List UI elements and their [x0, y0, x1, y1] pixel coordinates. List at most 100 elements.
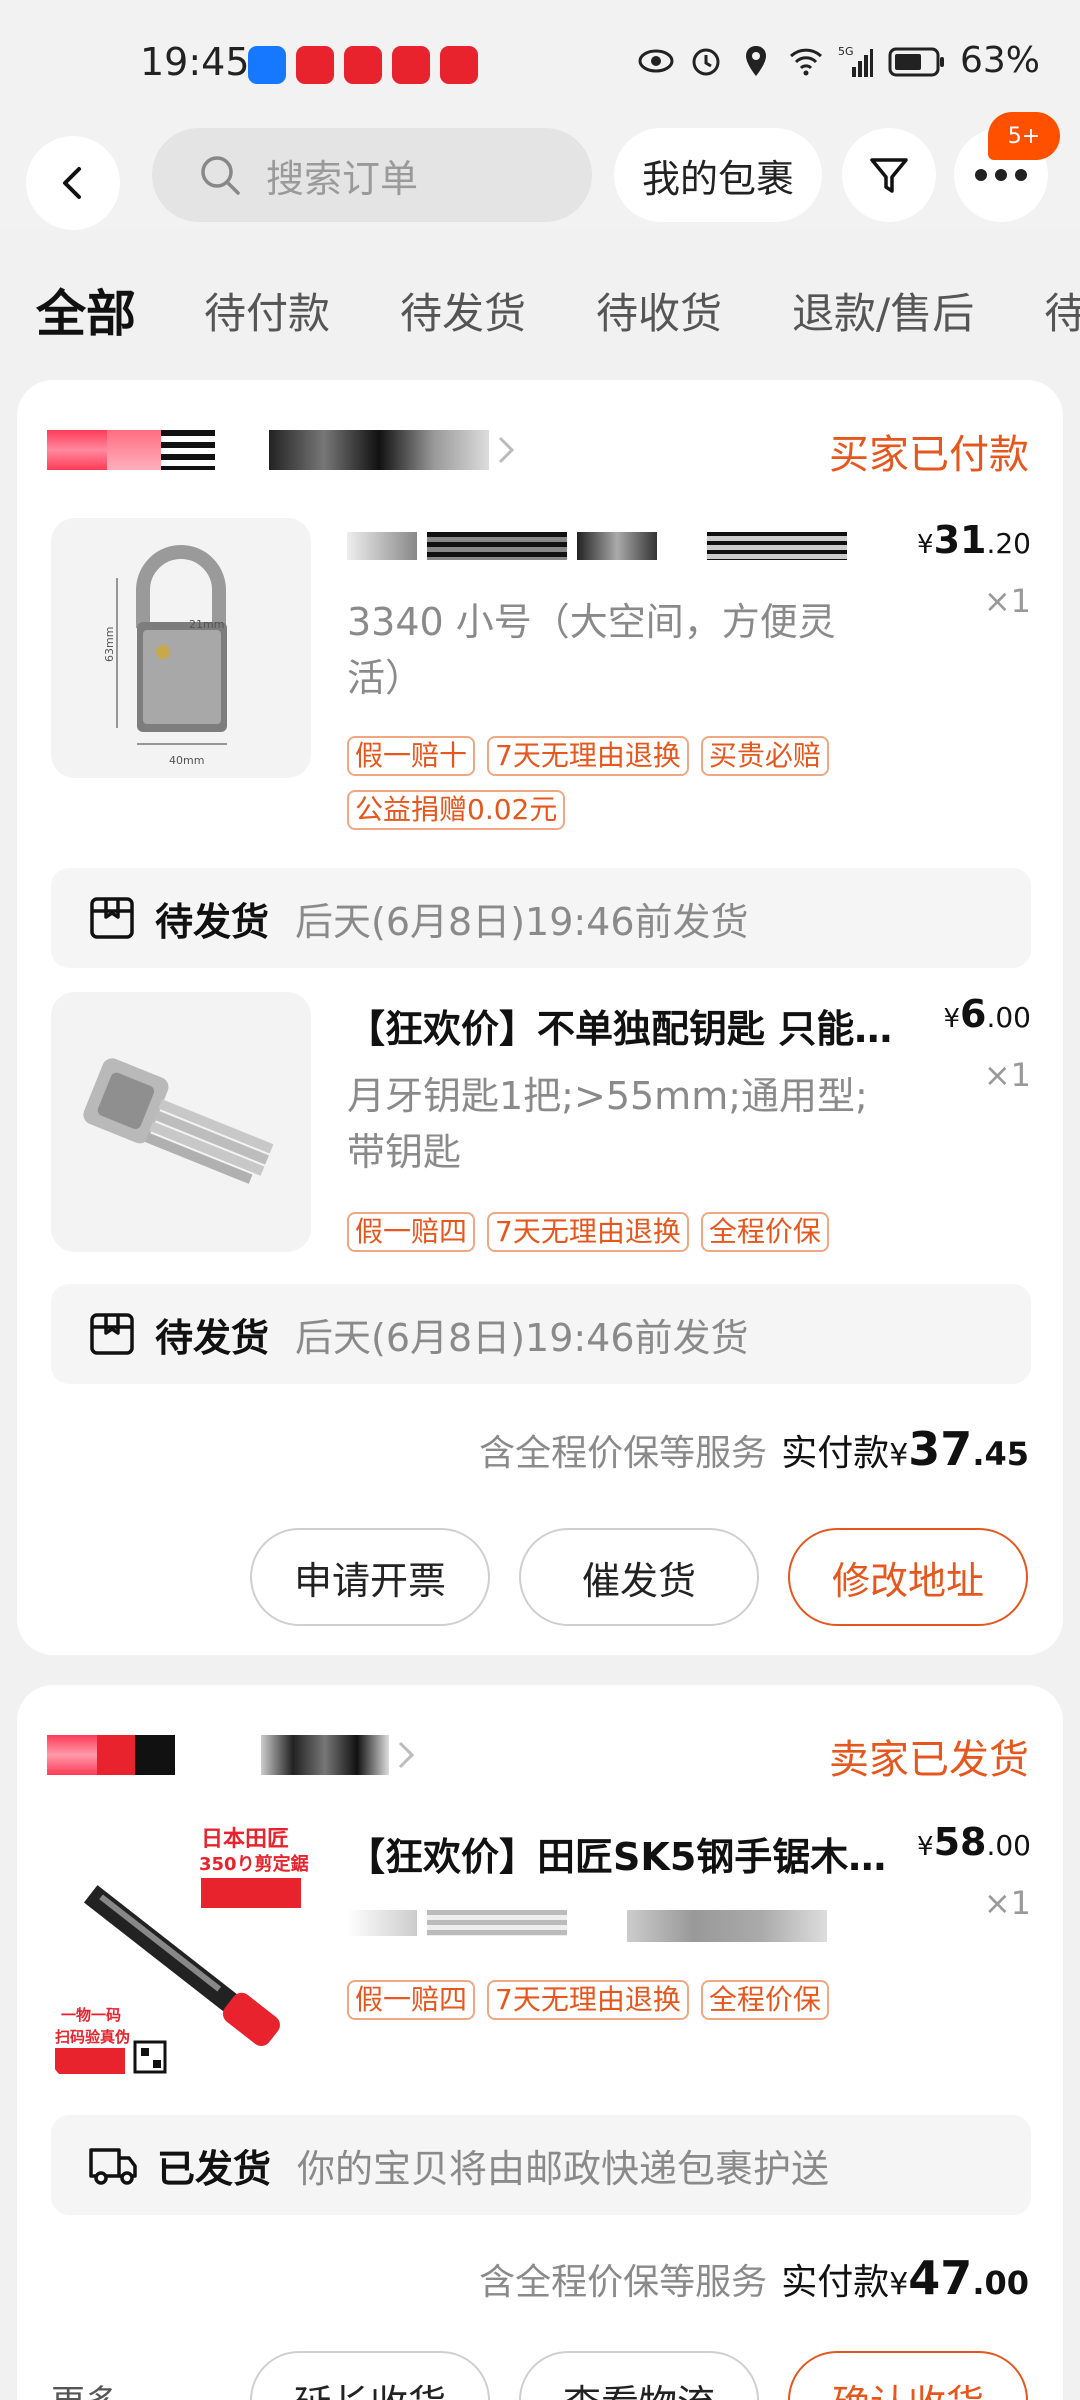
product-spec-redacted — [347, 1910, 827, 1942]
search-icon — [201, 156, 240, 195]
item-price: ¥31.20 — [917, 518, 1031, 562]
package-box-icon — [90, 1313, 134, 1355]
svg-text:5G: 5G — [838, 45, 854, 58]
paid-label: 实付款 — [781, 2262, 890, 2303]
shop-name-redacted — [47, 430, 489, 470]
shipping-eta: 后天(6月8日)19:46前发货 — [295, 1315, 749, 1360]
service-note: 含全程价保等服务 — [479, 2262, 768, 2303]
order-item[interactable]: 63mm 21mm 40mm 3340 小号（大空间，方便灵活） ¥31.20 … — [51, 518, 1031, 848]
order-total: 含全程价保等服务 实付款 ¥ 37 .45 — [479, 1422, 1029, 1476]
paid-amount-integer: 47 — [908, 2251, 973, 2305]
more-actions-link[interactable]: 更多 — [51, 2375, 119, 2400]
chevron-right-icon — [398, 1741, 415, 1769]
urge-shipment-button[interactable]: 催发货 — [519, 1528, 759, 1626]
tab-pending-shipment[interactable]: 待发货 — [400, 280, 526, 341]
shipping-label: 已发货 — [157, 2146, 272, 2191]
tab-all[interactable]: 全部 — [36, 274, 136, 346]
currency-symbol: ¥ — [889, 1438, 909, 1473]
chevron-right-icon — [498, 436, 515, 464]
shipping-status-box[interactable]: 待发货 后天(6月8日)19:46前发货 — [51, 868, 1031, 968]
shipping-status-box[interactable]: 待发货 后天(6月8日)19:46前发货 — [51, 1284, 1031, 1384]
currency-symbol: ¥ — [943, 1004, 961, 1034]
product-spec: 3340 小号（大空间，方便灵活） — [347, 600, 836, 700]
clock: 19:45 — [140, 40, 250, 84]
more-dots-icon — [975, 169, 1027, 181]
tmall-notification-icon — [440, 46, 478, 84]
location-icon — [745, 45, 766, 76]
tag-7day-return: 7天无理由退换 — [487, 736, 689, 776]
order-card[interactable]: 买家已付款 63mm 21mm 40mm 3340 小号（大空间，方便灵活） ¥… — [17, 380, 1063, 1655]
status-bar: 19:45 5G 63% — [0, 0, 1080, 130]
dimension-width-label: 40mm — [169, 754, 204, 767]
confirm-receipt-button[interactable]: 确认收货 — [788, 2351, 1028, 2400]
item-quantity: ×1 — [983, 582, 1031, 620]
image-model-text: 350り剪定鋸 — [199, 1853, 309, 1875]
signal-5g-icon: 5G — [838, 45, 873, 77]
battery-icon — [888, 47, 944, 76]
app-notification-icon — [248, 46, 286, 84]
dimension-gap-label: 21mm — [189, 618, 224, 631]
change-address-button[interactable]: 修改地址 — [788, 1528, 1028, 1626]
order-card[interactable]: 卖家已发货 日本田匠 350り剪定鋸 一物一码 扫码验真伪 【狂欢价】田匠SK5 — [17, 1685, 1063, 2400]
item-tags: 假一赔十 7天无理由退换 买贵必赔 公益捐赠0.02元 — [347, 736, 907, 830]
tmall-notification-icon — [296, 46, 334, 84]
item-price: ¥6.00 — [943, 992, 1031, 1036]
order-item[interactable]: 【狂欢价】不单独配钥匙 只能… 月牙钥匙1把;>55mm;通用型;带钥匙 ¥6.… — [51, 992, 1031, 1272]
request-invoice-button[interactable]: 申请开票 — [250, 1528, 490, 1626]
product-image-handsaw[interactable]: 日本田匠 350り剪定鋸 一物一码 扫码验真伪 — [51, 1820, 311, 2080]
tab-refund-aftersale[interactable]: 退款/售后 — [792, 280, 974, 341]
message-badge: 5+ — [988, 112, 1060, 160]
item-quantity: ×1 — [983, 1884, 1031, 1922]
view-logistics-button[interactable]: 查看物流 — [519, 2351, 759, 2400]
product-image-padlock[interactable]: 63mm 21mm 40mm — [51, 518, 311, 778]
order-item[interactable]: 日本田匠 350り剪定鋸 一物一码 扫码验真伪 【狂欢价】田匠SK5钢手锯木… — [51, 1820, 1031, 2120]
tag-fake-compensation: 假一赔四 — [347, 1980, 476, 2020]
tag-price-guarantee: 买贵必赔 — [700, 736, 829, 776]
search-placeholder: 搜索订单 — [266, 156, 419, 201]
order-status: 买家已付款 — [829, 432, 1029, 478]
filter-button[interactable] — [842, 128, 936, 222]
shipping-label: 待发货 — [155, 899, 270, 944]
search-input[interactable]: 搜索订单 — [152, 128, 592, 222]
item-tags: 假一赔四 7天无理由退换 全程价保 — [347, 1980, 907, 2020]
alarm-icon — [692, 48, 720, 75]
tab-pending-receipt[interactable]: 待收货 — [596, 280, 722, 341]
image-verify-caption: 扫码验真伪 — [55, 2028, 130, 2046]
shop-name-row[interactable] — [47, 1725, 417, 1785]
paid-amount-decimal: .45 — [972, 1435, 1029, 1473]
tag-7day-return: 7天无理由退换 — [487, 1980, 689, 2020]
tab-more[interactable]: 待 — [1044, 280, 1080, 341]
product-title-redacted — [347, 532, 847, 560]
shipping-status-box[interactable]: 已发货 你的宝贝将由邮政快递包裹护送 — [51, 2115, 1031, 2215]
item-quantity: ×1 — [983, 1056, 1031, 1094]
shop-name-redacted — [47, 1735, 389, 1775]
tmall-notification-icon — [344, 46, 382, 84]
extend-receipt-button[interactable]: 延长收货 — [250, 2351, 490, 2400]
tag-price-protection: 全程价保 — [700, 1212, 829, 1252]
dimension-height-label: 63mm — [103, 627, 116, 662]
order-total: 含全程价保等服务 实付款 ¥ 47 .00 — [479, 2251, 1029, 2305]
tab-pending-payment[interactable]: 待付款 — [204, 280, 330, 341]
package-box-icon — [90, 897, 134, 939]
delivery-truck-icon — [89, 2148, 137, 2185]
tag-fake-compensation: 假一赔十 — [347, 736, 476, 776]
currency-symbol: ¥ — [917, 530, 934, 560]
eye-icon — [638, 49, 674, 72]
shop-name-row[interactable] — [47, 420, 517, 480]
image-brand-text: 日本田匠 — [201, 1827, 289, 1852]
tag-price-protection: 全程价保 — [700, 1980, 829, 2020]
battery-level: 63% — [959, 40, 1040, 81]
tag-charity: 公益捐赠0.02元 — [347, 790, 566, 830]
chevron-left-icon — [63, 167, 81, 199]
tag-fake-compensation: 假一赔四 — [347, 1212, 476, 1252]
filter-icon — [870, 158, 908, 193]
my-packages-button[interactable]: 我的包裹 — [614, 128, 822, 222]
product-title: 【狂欢价】田匠SK5钢手锯木… — [347, 1835, 887, 1879]
paid-label: 实付款 — [781, 1433, 890, 1474]
product-image-keys[interactable] — [51, 992, 311, 1252]
paid-amount-decimal: .00 — [972, 2264, 1029, 2302]
notification-icons — [248, 46, 478, 84]
shipping-eta: 后天(6月8日)19:46前发货 — [295, 899, 749, 944]
back-button[interactable] — [26, 136, 120, 230]
currency-symbol: ¥ — [917, 1832, 934, 1862]
